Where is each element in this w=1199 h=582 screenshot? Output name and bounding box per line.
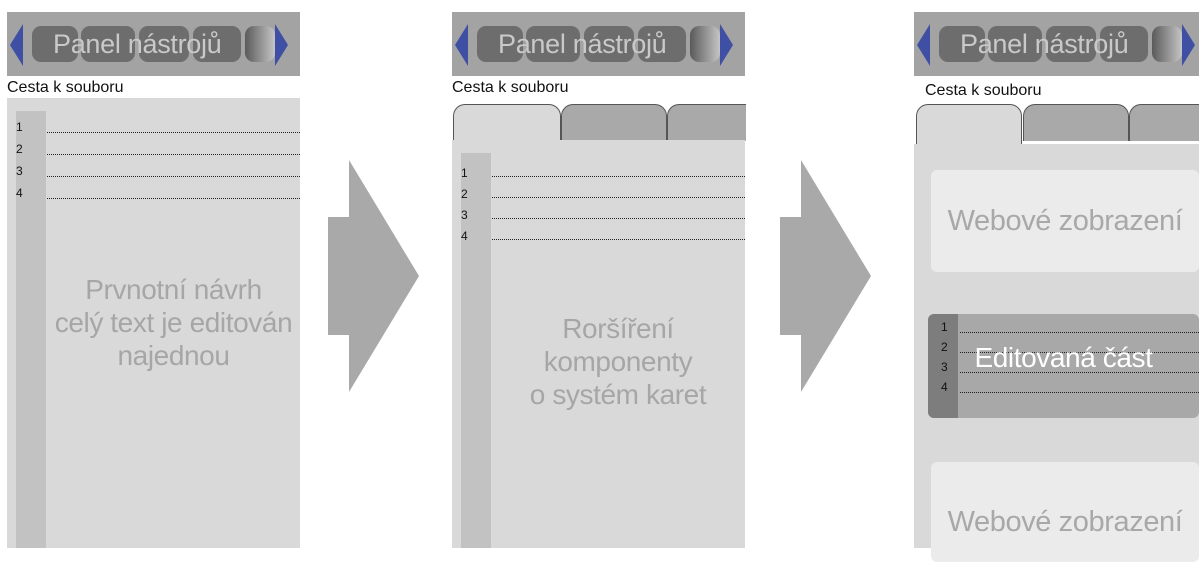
content-area: Webové zobrazení 1 2 3 4 Editovaná část …: [914, 144, 1199, 562]
line-number: 2: [16, 142, 23, 156]
toolbar: Panel nástrojů: [914, 12, 1199, 76]
caption-line: celý text je editován: [54, 307, 293, 338]
text-line: [960, 332, 1199, 333]
text-line: [47, 132, 300, 133]
line-number: 1: [941, 320, 948, 334]
edited-section[interactable]: 1 2 3 4 Editovaná část: [928, 314, 1199, 418]
caption-line: o systém karet: [529, 379, 707, 410]
tab[interactable]: [561, 104, 667, 141]
line-number: 4: [16, 186, 23, 200]
text-line: [47, 198, 300, 199]
toolbar-title: Panel nástrojů: [498, 29, 667, 59]
toolbar-title: Panel nástrojů: [53, 29, 222, 59]
text-editor[interactable]: 1 2 3 4 Roršíření komponenty o systém ka…: [452, 140, 745, 548]
text-line: [492, 176, 745, 177]
file-path-label: Cesta k souboru: [452, 79, 569, 96]
toolbar-title: Panel nástrojů: [960, 29, 1129, 59]
stage-1-initial-design: Panel nástrojů Cesta k souboru 1 2 3 4 P…: [7, 12, 300, 548]
file-path-label: Cesta k souboru: [7, 79, 124, 96]
text-line: [47, 154, 300, 155]
caption-line: Roršíření komponenty: [543, 313, 693, 377]
scroll-left-arrow-icon[interactable]: [10, 24, 23, 66]
stage-caption: Prvnotní návrh celý text je editován naj…: [47, 273, 300, 372]
caption-line: najednou: [117, 340, 230, 371]
toolbar-button-partial[interactable]: [245, 26, 275, 62]
text-line: [960, 392, 1199, 393]
stage-caption: Roršíření komponenty o systém karet: [491, 312, 745, 411]
text-editor[interactable]: 1 2 3 4 Prvnotní návrh celý text je edit…: [7, 98, 300, 548]
scroll-left-arrow-icon[interactable]: [455, 24, 468, 66]
text-line: [492, 197, 745, 198]
toolbar: Panel nástrojů: [452, 12, 745, 76]
tab-active[interactable]: [916, 104, 1022, 145]
edited-section-label: Editovaná část: [974, 342, 1153, 373]
toolbar-button-partial[interactable]: [690, 26, 720, 62]
line-number: 1: [461, 166, 468, 180]
line-number: 4: [941, 380, 948, 394]
text-line: [492, 239, 745, 240]
scroll-right-arrow-icon[interactable]: [275, 24, 288, 66]
stage-3-webview-layout: Panel nástrojů Cesta k souboru Webové zo…: [914, 12, 1199, 562]
caption-line: Prvnotní návrh: [85, 274, 262, 305]
scroll-right-arrow-icon[interactable]: [720, 24, 733, 66]
line-number: 1: [16, 120, 23, 134]
webview-bottom: Webové zobrazení: [931, 462, 1199, 562]
line-number: 3: [16, 164, 23, 178]
line-number: 2: [461, 187, 468, 201]
line-number: 4: [461, 229, 468, 243]
tab-bar: [914, 104, 1199, 145]
text-line: [492, 218, 745, 219]
tab-active[interactable]: [453, 104, 561, 145]
file-path-label: Cesta k souboru: [925, 82, 1042, 99]
tab[interactable]: [1129, 104, 1199, 141]
webview-top: Webové zobrazení: [931, 170, 1199, 272]
flow-arrow-icon: [328, 160, 419, 392]
tab[interactable]: [1023, 104, 1129, 141]
scroll-left-arrow-icon[interactable]: [917, 24, 930, 66]
text-line: [47, 176, 300, 177]
tab-bar: [452, 104, 746, 145]
tab[interactable]: [667, 104, 746, 141]
toolbar: Panel nástrojů: [7, 12, 300, 76]
flow-arrow-icon: [780, 160, 871, 392]
scroll-right-arrow-icon[interactable]: [1182, 24, 1195, 66]
toolbar-button-partial[interactable]: [1152, 26, 1182, 62]
stage-2-tabs-extension: Panel nástrojů Cesta k souboru 1 2 3 4 R…: [452, 12, 746, 548]
line-number: 3: [461, 208, 468, 222]
